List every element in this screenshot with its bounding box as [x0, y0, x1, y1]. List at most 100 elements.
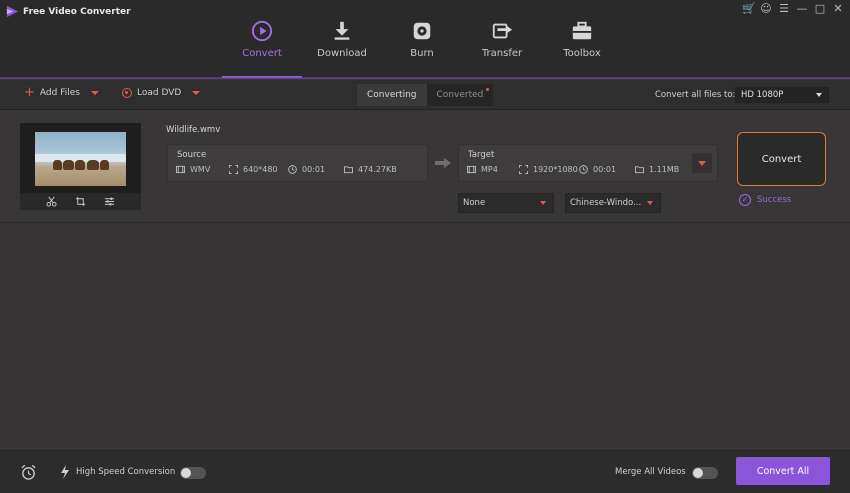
bottom-bar: High Speed Conversion Merge All Videos C… [0, 450, 850, 493]
convert-all-label: Convert All [756, 465, 810, 477]
audio-track-select[interactable]: Chinese-Windo... [565, 193, 661, 213]
top-divider [0, 77, 850, 79]
app-window: Free Video Converter 🛒 ☺ ☰ — □ ✕ Convert [0, 0, 850, 493]
target-format: MP4 [467, 165, 498, 174]
toolbar: + Add Files Load DVD Converting Converte… [0, 80, 850, 110]
nav-download-label: Download [317, 48, 367, 59]
merge-toggle[interactable] [692, 467, 718, 479]
file-row: Wildlife.wmv Source WMV 640*480 00:01 47… [0, 112, 850, 223]
cart-icon[interactable]: 🛒 [742, 3, 756, 15]
alarm-clock-icon[interactable] [20, 464, 37, 481]
play-circle-icon [251, 20, 273, 42]
arrow-right-icon [435, 158, 451, 168]
output-format-select[interactable]: HD 1080P [735, 87, 829, 103]
nav-burn-label: Burn [410, 48, 434, 59]
high-speed-toggle[interactable] [180, 467, 206, 479]
source-size: 474.27KB [344, 165, 397, 174]
convert-all-button[interactable]: Convert All [736, 457, 830, 485]
resolution-icon [519, 165, 528, 174]
effects-icon[interactable] [104, 196, 115, 207]
status-text: Success [757, 195, 792, 205]
load-dvd-button[interactable]: Load DVD [122, 88, 201, 98]
chevron-down-icon [540, 201, 546, 205]
convert-button-label: Convert [761, 153, 802, 165]
thumbnail-tools [20, 193, 141, 210]
dvd-icon [122, 88, 132, 98]
add-files-label: Add Files [39, 88, 80, 98]
chevron-down-icon [647, 201, 653, 205]
chevron-down-icon [816, 93, 822, 97]
convert-all-to-label: Convert all files to: [655, 90, 736, 100]
toolbox-icon [572, 21, 592, 40]
high-speed-label: High Speed Conversion [76, 467, 176, 477]
tab-converting[interactable]: Converting [357, 84, 427, 106]
target-size: 1.11MB [635, 165, 679, 174]
nav-convert[interactable]: Convert [222, 16, 302, 78]
target-resolution-value: 1920*1080 [533, 165, 578, 174]
nav-transfer[interactable]: Transfer [462, 16, 542, 78]
nav-toolbox[interactable]: Toolbox [542, 16, 622, 78]
load-dvd-label: Load DVD [137, 88, 182, 98]
chevron-down-icon[interactable] [90, 91, 99, 95]
folder-icon [635, 166, 644, 174]
top-bar: Free Video Converter 🛒 ☺ ☰ — □ ✕ Convert [0, 0, 850, 79]
target-dropdown-button[interactable] [692, 153, 712, 173]
nav-transfer-label: Transfer [481, 48, 523, 59]
thumbnail-panel [20, 123, 141, 210]
merge-label: Merge All Videos [615, 467, 686, 477]
target-title: Target [468, 150, 495, 160]
plus-icon: + [24, 85, 35, 100]
lightning-icon [61, 465, 69, 479]
chevron-down-icon[interactable] [192, 91, 201, 95]
main-nav: Convert Download Burn Transfer Toolbox [222, 16, 622, 78]
menu-icon[interactable]: ☰ [778, 3, 790, 15]
close-icon[interactable]: ✕ [832, 3, 844, 15]
nav-convert-label: Convert [242, 48, 282, 59]
nav-download[interactable]: Download [302, 16, 382, 78]
subtitle-select[interactable]: None [458, 193, 554, 213]
target-duration: 00:01 [579, 165, 616, 174]
tab-converted[interactable]: Converted [427, 84, 494, 106]
brand: Free Video Converter [6, 5, 131, 18]
folder-icon [344, 166, 353, 174]
chevron-down-icon [698, 161, 706, 166]
film-icon [467, 165, 476, 174]
nav-burn[interactable]: Burn [382, 16, 462, 78]
source-title: Source [177, 150, 207, 160]
target-info[interactable]: Target MP4 1920*1080 00:01 1.11MB [458, 144, 718, 182]
status-badge: ✓ Success [739, 194, 791, 206]
maximize-icon[interactable]: □ [814, 3, 826, 15]
source-duration: 00:01 [288, 165, 325, 174]
video-thumbnail[interactable] [35, 132, 126, 186]
clock-icon [288, 165, 297, 174]
app-logo-icon [6, 5, 19, 18]
subtitle-select-value: None [463, 198, 486, 208]
status-tabs: Converting Converted [357, 84, 494, 106]
crop-icon[interactable] [75, 196, 86, 207]
convert-button[interactable]: Convert [737, 132, 826, 186]
source-resolution: 640*480 [229, 165, 278, 174]
source-size-value: 474.27KB [358, 165, 397, 174]
notification-dot [486, 88, 490, 91]
file-name: Wildlife.wmv [166, 125, 221, 135]
target-size-value: 1.11MB [649, 165, 680, 174]
source-format: WMV [176, 165, 210, 174]
output-format-value: HD 1080P [741, 90, 784, 100]
source-duration-value: 00:01 [302, 165, 326, 174]
film-icon [176, 165, 185, 174]
audio-track-select-value: Chinese-Windo... [570, 198, 642, 208]
source-info: Source WMV 640*480 00:01 474.27KB [167, 144, 428, 182]
minimize-icon[interactable]: — [796, 3, 808, 15]
clock-icon [579, 165, 588, 174]
target-resolution: 1920*1080 [519, 165, 578, 174]
scissors-icon[interactable] [46, 196, 57, 207]
transfer-icon [492, 23, 513, 39]
resolution-icon [229, 165, 238, 174]
nav-toolbox-label: Toolbox [563, 48, 601, 59]
app-title: Free Video Converter [23, 6, 131, 17]
source-format-value: WMV [190, 165, 211, 174]
window-controls: 🛒 ☺ ☰ — □ ✕ [742, 3, 844, 15]
download-icon [334, 21, 350, 40]
user-icon[interactable]: ☺ [760, 3, 772, 15]
add-files-button[interactable]: + Add Files [24, 85, 99, 100]
